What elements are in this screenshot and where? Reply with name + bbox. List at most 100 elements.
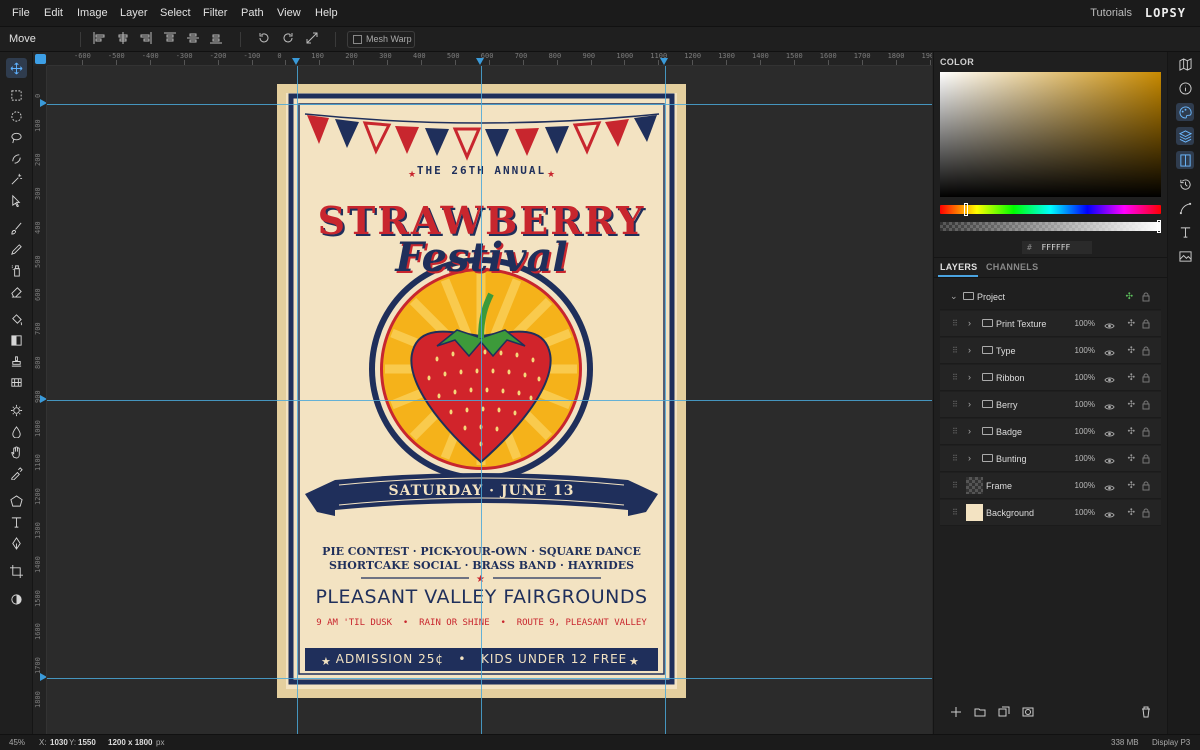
layers-icon[interactable] [1176, 127, 1194, 145]
eye-icon[interactable] [1104, 319, 1115, 329]
rotate-left-icon[interactable] [256, 31, 272, 47]
effects-icon[interactable]: ✣ [1127, 318, 1135, 329]
effects-icon[interactable]: ✣ [1127, 426, 1135, 437]
lock-icon[interactable] [1142, 372, 1150, 383]
eye-icon[interactable] [1104, 481, 1115, 491]
pattern-icon[interactable] [6, 372, 27, 392]
info-icon[interactable] [1176, 79, 1194, 97]
eye-icon[interactable] [1104, 346, 1115, 356]
stamp-icon[interactable] [6, 351, 27, 371]
hand-icon[interactable] [6, 442, 27, 462]
menu-edit[interactable]: Edit [44, 7, 63, 19]
lock-icon[interactable] [1142, 318, 1150, 329]
align-bottom-icon[interactable] [208, 31, 224, 47]
move-tool-icon[interactable] [6, 58, 27, 78]
lock-icon[interactable] [1142, 480, 1150, 491]
layer-row-background[interactable]: ⠿ Background 100% ✣ [940, 500, 1161, 526]
lock-icon[interactable] [1142, 453, 1150, 464]
shape-icon[interactable] [6, 491, 27, 511]
effects-icon[interactable]: ✣ [1127, 372, 1135, 383]
eyedropper-icon[interactable] [6, 463, 27, 483]
guide-horizontal[interactable] [47, 400, 932, 401]
guide-marker[interactable] [40, 99, 46, 107]
menu-file[interactable]: File [12, 7, 30, 19]
magic-wand-icon[interactable] [6, 169, 27, 189]
pencil-icon[interactable] [6, 239, 27, 259]
channels-icon[interactable] [1176, 151, 1194, 169]
brush-icon[interactable] [6, 218, 27, 238]
lock-icon[interactable] [1142, 507, 1150, 518]
eye-icon[interactable] [1104, 508, 1115, 518]
paths-icon[interactable] [1176, 199, 1194, 217]
effects-icon[interactable]: ✣ [1127, 507, 1135, 518]
layer-opacity[interactable]: 100% [1075, 454, 1095, 463]
lock-icon[interactable] [1142, 399, 1150, 410]
lasso-icon[interactable] [6, 127, 27, 147]
hex-input[interactable]: # FFFFFF [1022, 241, 1092, 254]
ellipse-select-icon[interactable] [6, 106, 27, 126]
image-adjust-icon[interactable] [1176, 247, 1194, 265]
eye-icon[interactable] [1104, 427, 1115, 437]
eye-icon[interactable] [1104, 400, 1115, 410]
layer-opacity[interactable]: 100% [1075, 481, 1095, 490]
align-center-h-icon[interactable] [115, 31, 131, 47]
expand-icon[interactable] [304, 31, 320, 47]
eraser-icon[interactable] [6, 281, 27, 301]
hue-slider-handle[interactable] [964, 203, 968, 216]
map-icon[interactable] [1176, 55, 1194, 73]
guide-marker[interactable] [660, 58, 668, 65]
guide-marker[interactable] [476, 58, 484, 65]
lock-icon[interactable] [1142, 426, 1150, 437]
menu-select[interactable]: Select [160, 7, 191, 19]
drag-handle-icon[interactable]: ⠿ [952, 454, 958, 463]
rotate-right-icon[interactable] [280, 31, 296, 47]
mesh-warp-button[interactable]: Mesh Warp [347, 31, 415, 48]
guide-marker[interactable] [292, 58, 300, 65]
effects-icon[interactable]: ✣ [1127, 480, 1135, 491]
layer-group-project[interactable]: ⌄ Project ✣ [940, 284, 1161, 310]
quick-select-icon[interactable] [6, 148, 27, 168]
tab-channels[interactable]: CHANNELS [986, 262, 1038, 272]
gradient-icon[interactable] [6, 330, 27, 350]
align-right-icon[interactable] [138, 31, 154, 47]
layer-row-bunting[interactable]: ⠿ › Bunting 100% ✣ [940, 446, 1161, 472]
tutorials-link[interactable]: Tutorials [1090, 7, 1132, 19]
alpha-slider-handle[interactable] [1157, 220, 1161, 233]
add-layer-icon[interactable] [950, 706, 962, 718]
layer-row-badge[interactable]: ⠿ › Badge 100% ✣ [940, 419, 1161, 445]
alpha-slider[interactable] [940, 220, 1161, 233]
align-middle-icon[interactable] [185, 31, 201, 47]
tab-layers[interactable]: LAYERS [940, 262, 977, 272]
spray-icon[interactable] [6, 260, 27, 280]
rect-select-icon[interactable] [6, 85, 27, 105]
layer-opacity[interactable]: 100% [1075, 373, 1095, 382]
menu-image[interactable]: Image [77, 7, 108, 19]
drag-handle-icon[interactable]: ⠿ [952, 508, 958, 517]
chevron-down-icon[interactable]: ⌄ [950, 291, 958, 302]
guide-marker[interactable] [40, 395, 46, 403]
chevron-right-icon[interactable]: › [968, 426, 971, 436]
menu-filter[interactable]: Filter [203, 7, 227, 19]
align-left-icon[interactable] [91, 31, 107, 47]
effects-icon[interactable]: ✣ [1127, 345, 1135, 356]
dodge-icon[interactable] [6, 400, 27, 420]
hue-slider[interactable] [940, 203, 1161, 216]
lock-icon[interactable] [1142, 345, 1150, 356]
guide-marker[interactable] [40, 673, 46, 681]
drag-handle-icon[interactable]: ⠿ [952, 319, 958, 328]
drag-handle-icon[interactable]: ⠿ [952, 373, 958, 382]
palette-icon[interactable] [1176, 103, 1194, 121]
history-icon[interactable] [1176, 175, 1194, 193]
lock-icon[interactable] [1142, 291, 1150, 302]
text-tool-icon[interactable] [6, 512, 27, 532]
chevron-right-icon[interactable]: › [968, 453, 971, 463]
color-picker-field[interactable] [940, 72, 1161, 197]
object-select-icon[interactable] [6, 190, 27, 210]
character-icon[interactable] [1176, 223, 1194, 241]
chevron-right-icon[interactable]: › [968, 318, 971, 328]
guide-horizontal[interactable] [47, 104, 932, 105]
layer-row-ribbon[interactable]: ⠿ › Ribbon 100% ✣ [940, 365, 1161, 391]
contrast-icon[interactable] [6, 589, 27, 609]
menu-path[interactable]: Path [241, 7, 264, 19]
drag-handle-icon[interactable]: ⠿ [952, 481, 958, 490]
